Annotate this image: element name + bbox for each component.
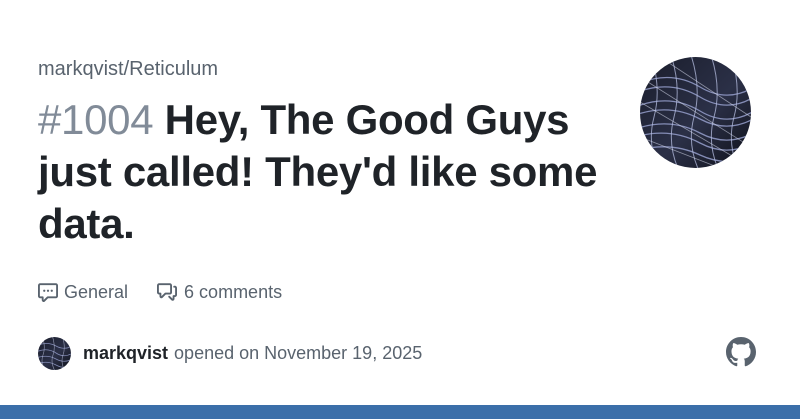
author-name[interactable]: markqvist	[83, 343, 168, 364]
author-avatar[interactable]	[38, 336, 71, 370]
comments-label: 6 comments	[184, 281, 283, 302]
discussion-meta: General 6 comments	[38, 279, 282, 305]
avatar-image-icon	[38, 336, 71, 370]
repo-owner-avatar	[640, 57, 751, 168]
category-label: General	[64, 281, 129, 302]
author-row: markqvist opened on November 19, 2025	[38, 336, 422, 370]
opened-date: opened on November 19, 2025	[174, 342, 423, 363]
comments-count[interactable]: 6 comments	[156, 282, 282, 303]
repo-name[interactable]: markqvist/Reticulum	[38, 57, 218, 81]
github-icon	[726, 337, 756, 367]
category[interactable]: General	[38, 282, 128, 303]
discussion-number: #1004	[38, 96, 154, 143]
comment-discussion-icon	[38, 283, 58, 302]
github-logo[interactable]	[726, 337, 756, 367]
discussion-title: #1004 Hey, The Good Guys just called! Th…	[38, 94, 598, 250]
avatar-image-icon	[640, 57, 751, 168]
comments-icon	[157, 283, 178, 301]
bottom-accent-bar	[0, 405, 800, 419]
